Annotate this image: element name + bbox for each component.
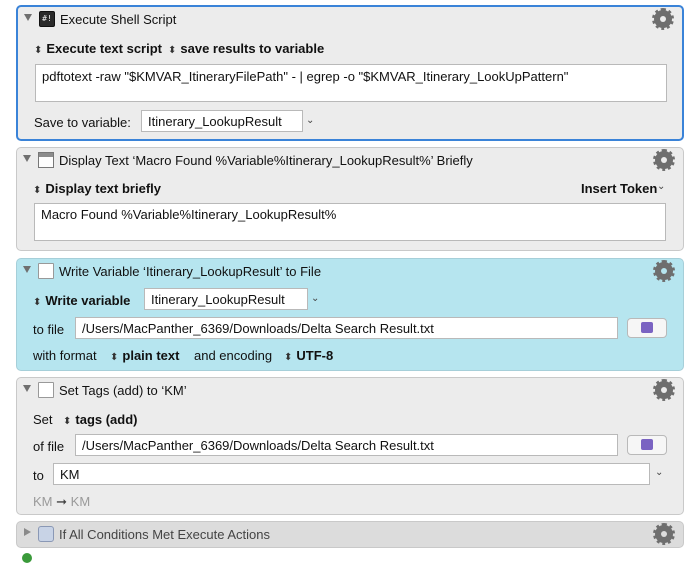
set-label: Set	[33, 412, 53, 427]
action-title: Execute Shell Script	[60, 12, 177, 27]
action-header: Display Text ‘Macro Found %Variable%Itin…	[17, 148, 683, 174]
with-format-label: with format	[33, 348, 97, 363]
gear-icon[interactable]	[653, 260, 675, 282]
action-title: Write Variable ‘Itinerary_LookupResult’ …	[59, 264, 322, 279]
action-title: If All Conditions Met Execute Actions	[59, 527, 270, 542]
chevron-down-icon[interactable]: ⌄	[311, 293, 319, 304]
folder-icon	[641, 439, 653, 450]
choose-file-button[interactable]	[627, 318, 667, 338]
script-source-popup[interactable]: Execute text script	[34, 41, 162, 56]
chevron-down-icon[interactable]: ⌄	[655, 467, 663, 478]
disclosure-triangle-icon[interactable]	[23, 266, 31, 273]
conditions-icon	[38, 526, 54, 542]
display-text-field[interactable]: Macro Found %Variable%Itinerary_LookupRe…	[34, 203, 666, 241]
variable-name-field[interactable]: Itinerary_LookupResult	[141, 110, 303, 132]
format-popup[interactable]: plain text	[110, 348, 179, 363]
action-header: Write Variable ‘Itinerary_LookupResult’ …	[17, 259, 683, 285]
terminal-icon: #!	[39, 11, 55, 27]
script-text-field[interactable]: pdftotext -raw "$KMVAR_ItineraryFilePath…	[35, 64, 667, 102]
gear-icon[interactable]	[653, 379, 675, 401]
disclosure-triangle-icon[interactable]	[23, 155, 31, 162]
choose-file-button[interactable]	[627, 435, 667, 455]
action-header: #! Execute Shell Script	[18, 7, 682, 33]
gear-icon[interactable]	[653, 523, 675, 545]
action-if-conditions[interactable]: If All Conditions Met Execute Actions	[16, 521, 684, 548]
action-title: Display Text ‘Macro Found %Variable%Itin…	[59, 153, 473, 168]
output-option-popup[interactable]: save results to variable	[168, 41, 324, 56]
tags-preview-from: KM	[33, 494, 53, 509]
tags-field[interactable]: KM	[53, 463, 650, 485]
tags-preview: KM ➞ KM	[33, 494, 90, 510]
save-to-variable-label: Save to variable:	[34, 115, 131, 130]
gear-icon[interactable]	[652, 8, 674, 30]
write-mode-popup[interactable]: Write variable	[33, 293, 130, 308]
tags-preview-to: KM	[70, 494, 91, 509]
action-header: Set Tags (add) to ‘KM’	[17, 378, 683, 404]
action-execute-shell-script[interactable]: #! Execute Shell Script Execute text scr…	[16, 5, 684, 141]
disclosure-triangle-icon[interactable]	[24, 528, 31, 536]
disclosure-triangle-icon[interactable]	[23, 385, 31, 392]
arrow-right-icon: ➞	[56, 494, 68, 509]
chevron-down-icon[interactable]: ⌄	[657, 181, 665, 192]
gear-icon[interactable]	[653, 149, 675, 171]
disclosure-triangle-icon[interactable]	[24, 14, 32, 21]
action-set-tags[interactable]: Set Tags (add) to ‘KM’ Set tags (add) of…	[16, 377, 684, 515]
display-mode-popup[interactable]: Display text briefly	[33, 181, 161, 196]
action-display-text[interactable]: Display Text ‘Macro Found %Variable%Itin…	[16, 147, 684, 251]
action-write-variable[interactable]: Write Variable ‘Itinerary_LookupResult’ …	[16, 258, 684, 371]
folder-icon	[641, 322, 653, 333]
action-title: Set Tags (add) to ‘KM’	[59, 383, 187, 398]
tags-mode-popup[interactable]: tags (add)	[63, 412, 137, 427]
file-path-field[interactable]: /Users/MacPanther_6369/Downloads/Delta S…	[75, 317, 618, 339]
file-path-field[interactable]: /Users/MacPanther_6369/Downloads/Delta S…	[75, 434, 618, 456]
chevron-down-icon[interactable]: ⌄	[306, 115, 314, 126]
insert-token-button[interactable]: Insert Token	[581, 181, 657, 196]
of-file-label: of file	[33, 439, 65, 454]
document-icon	[38, 382, 54, 398]
variable-name-field[interactable]: Itinerary_LookupResult	[144, 288, 308, 310]
to-label: to	[33, 468, 44, 483]
document-icon	[38, 263, 54, 279]
window-icon	[38, 152, 54, 168]
to-file-label: to file	[33, 322, 65, 337]
action-header: If All Conditions Met Execute Actions	[17, 522, 683, 548]
add-action-icon[interactable]	[22, 553, 32, 563]
encoding-label: and encoding	[194, 348, 273, 363]
encoding-popup[interactable]: UTF-8	[284, 348, 333, 363]
